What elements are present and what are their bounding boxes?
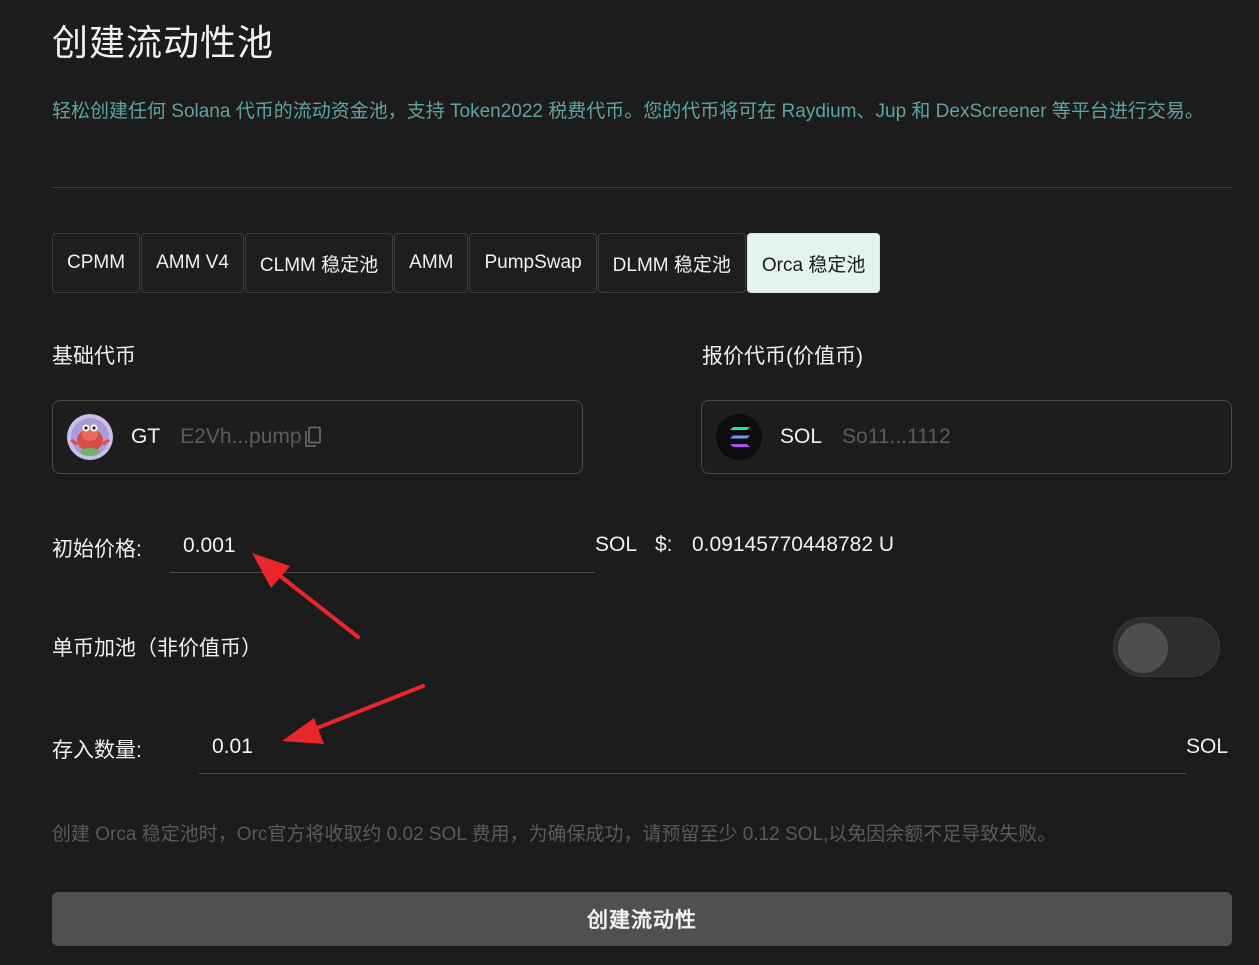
initial-price-underline	[170, 572, 595, 573]
divider	[52, 187, 1232, 188]
page-title: 创建流动性池	[52, 22, 275, 63]
tab-amm[interactable]: AMM	[394, 233, 469, 293]
deposit-amount-input[interactable]	[212, 733, 1112, 761]
tab-pumpswap[interactable]: PumpSwap	[469, 233, 597, 293]
toggle-knob	[1118, 623, 1168, 673]
base-token-label: 基础代币	[52, 345, 136, 368]
copy-icon[interactable]	[304, 426, 322, 448]
page-description: 轻松创建任何 Solana 代币的流动资金池，支持 Token2022 税费代币…	[52, 101, 1204, 122]
initial-price-label: 初始价格:	[52, 538, 142, 561]
quote-token-selector[interactable]: SOL So11...1112	[701, 400, 1232, 474]
tab-orca-stable[interactable]: Orca 稳定池	[746, 233, 881, 293]
single-side-label: 单币加池（非价值币）	[52, 637, 262, 660]
solana-logo-icon	[716, 414, 762, 460]
deposit-label: 存入数量:	[52, 739, 142, 762]
tab-cpmm[interactable]: CPMM	[52, 233, 141, 293]
initial-price-input[interactable]	[183, 532, 583, 560]
tab-dlmm-stable[interactable]: DLMM 稳定池	[597, 233, 746, 293]
base-token-symbol: GT	[131, 425, 161, 448]
deposit-underline	[199, 773, 1186, 774]
single-side-toggle[interactable]	[1113, 617, 1220, 677]
fee-note: 创建 Orca 稳定池时，Orc官方将收取约 0.02 SOL 费用，为确保成功…	[52, 824, 1057, 845]
pool-type-tabs: CPMM AMM V4 CLMM 稳定池 AMM PumpSwap DLMM 稳…	[52, 233, 881, 293]
gt-token-avatar-icon	[67, 414, 113, 460]
initial-price-unit: SOL	[595, 533, 638, 556]
usd-price-value: 0.09145770448782 U	[692, 533, 895, 556]
base-token-selector[interactable]: GT E2Vh...pump	[52, 400, 583, 474]
create-liquidity-button[interactable]: 创建流动性	[52, 892, 1232, 946]
usd-price-label: $:	[655, 533, 673, 556]
deposit-unit: SOL	[1186, 735, 1229, 758]
quote-token-label: 报价代币(价值币)	[702, 345, 863, 368]
create-pool-page: 创建流动性池 轻松创建任何 Solana 代币的流动资金池，支持 Token20…	[52, 0, 1232, 965]
tab-clmm-stable[interactable]: CLMM 稳定池	[244, 233, 394, 293]
quote-token-symbol: SOL	[780, 425, 823, 448]
tab-amm-v4[interactable]: AMM V4	[141, 233, 244, 293]
quote-token-address: So11...1112	[842, 425, 951, 448]
base-token-address: E2Vh...pump	[180, 425, 302, 448]
